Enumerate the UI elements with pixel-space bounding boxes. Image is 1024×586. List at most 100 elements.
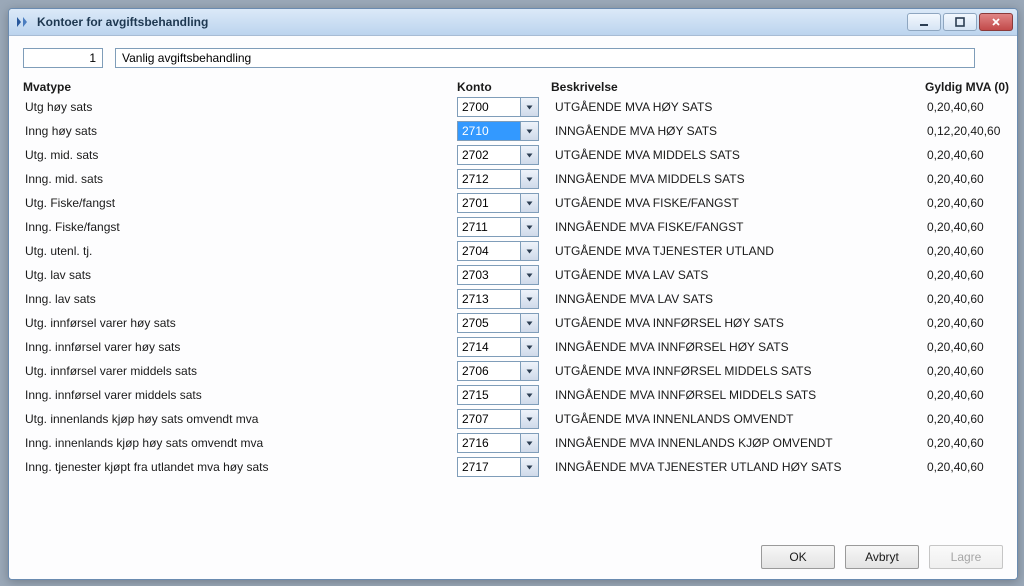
- gyldig-mva-cell: 0,20,40,60: [925, 340, 1015, 354]
- cancel-button[interactable]: Avbryt: [845, 545, 919, 569]
- save-button[interactable]: Lagre: [929, 545, 1003, 569]
- gyldig-mva-cell: 0,20,40,60: [925, 388, 1015, 402]
- table-row: Utg. utenl. tj. UTGÅENDE MVA TJENESTER UT…: [23, 240, 1003, 262]
- konto-input[interactable]: [458, 146, 520, 164]
- column-header-valid: Gyldig MVA (0): [925, 80, 1015, 94]
- close-button[interactable]: [979, 13, 1013, 31]
- app-window: Kontoer for avgiftsbehandling Mvatype: [8, 8, 1018, 580]
- konto-combo[interactable]: [457, 145, 539, 165]
- chevron-down-icon[interactable]: [520, 362, 538, 380]
- beskrivelse-cell: UTGÅENDE MVA LAV SATS: [551, 268, 921, 282]
- beskrivelse-cell: UTGÅENDE MVA HØY SATS: [551, 100, 921, 114]
- konto-combo[interactable]: [457, 169, 539, 189]
- chevron-down-icon[interactable]: [520, 314, 538, 332]
- beskrivelse-cell: UTGÅENDE MVA MIDDELS SATS: [551, 148, 921, 162]
- konto-combo[interactable]: [457, 457, 539, 477]
- mvatype-cell: Utg. innførsel varer høy sats: [23, 316, 453, 330]
- beskrivelse-cell: INNGÅENDE MVA INNFØRSEL MIDDELS SATS: [551, 388, 921, 402]
- konto-input[interactable]: [458, 98, 520, 116]
- konto-input[interactable]: [458, 338, 520, 356]
- chevron-down-icon[interactable]: [520, 170, 538, 188]
- konto-combo[interactable]: [457, 217, 539, 237]
- beskrivelse-cell: INNGÅENDE MVA INNFØRSEL HØY SATS: [551, 340, 921, 354]
- table-row: Inng høy satsINNGÅENDE MVA HØY SATS0,12,…: [23, 120, 1003, 142]
- chevron-down-icon[interactable]: [520, 434, 538, 452]
- mvatype-cell: Inng. innenlands kjøp høy sats omvendt m…: [23, 436, 453, 450]
- konto-combo[interactable]: [457, 121, 539, 141]
- konto-combo[interactable]: [457, 433, 539, 453]
- titlebar[interactable]: Kontoer for avgiftsbehandling: [9, 9, 1017, 36]
- table-row: Inng. innførsel varer middels satsINNGÅE…: [23, 384, 1003, 406]
- table-row: Inng. tjenester kjøpt fra utlandet mva h…: [23, 456, 1003, 478]
- mvatype-cell: Utg. utenl. tj.: [23, 244, 453, 258]
- mvatype-cell: Utg. lav sats: [23, 268, 453, 282]
- konto-input[interactable]: [458, 242, 520, 260]
- chevron-down-icon[interactable]: [520, 386, 538, 404]
- konto-input[interactable]: [458, 410, 520, 428]
- column-header-konto: Konto: [457, 80, 547, 94]
- grid-header: Mvatype Konto Beskrivelse Gyldig MVA (0): [23, 76, 1003, 96]
- gyldig-mva-cell: 0,20,40,60: [925, 460, 1015, 474]
- konto-input[interactable]: [458, 362, 520, 380]
- chevron-down-icon[interactable]: [520, 290, 538, 308]
- konto-combo[interactable]: [457, 289, 539, 309]
- name-input[interactable]: [115, 48, 975, 68]
- table-row: Utg. innførsel varer høy sats UTGÅENDE MV…: [23, 312, 1003, 334]
- konto-combo[interactable]: [457, 193, 539, 213]
- code-input[interactable]: [23, 48, 103, 68]
- window-controls: [907, 13, 1013, 31]
- konto-combo[interactable]: [457, 241, 539, 261]
- table-row: Utg. innenlands kjøp høy sats omvendt mv…: [23, 408, 1003, 430]
- konto-input[interactable]: [458, 458, 520, 476]
- konto-combo[interactable]: [457, 265, 539, 285]
- konto-combo[interactable]: [457, 361, 539, 381]
- beskrivelse-cell: UTGÅENDE MVA INNFØRSEL HØY SATS: [551, 316, 921, 330]
- gyldig-mva-cell: 0,20,40,60: [925, 148, 1015, 162]
- chevron-down-icon[interactable]: [520, 458, 538, 476]
- gyldig-mva-cell: 0,20,40,60: [925, 196, 1015, 210]
- client-area: Mvatype Konto Beskrivelse Gyldig MVA (0)…: [9, 36, 1017, 579]
- mvatype-cell: Inng høy sats: [23, 124, 453, 138]
- chevron-down-icon[interactable]: [520, 146, 538, 164]
- column-header-type: Mvatype: [23, 80, 453, 94]
- chevron-down-icon[interactable]: [520, 266, 538, 284]
- table-row: Inng. innenlands kjøp høy sats omvendt m…: [23, 432, 1003, 454]
- chevron-down-icon[interactable]: [520, 194, 538, 212]
- ok-button[interactable]: OK: [761, 545, 835, 569]
- konto-combo[interactable]: [457, 337, 539, 357]
- konto-combo[interactable]: [457, 313, 539, 333]
- konto-input[interactable]: [458, 434, 520, 452]
- mvatype-cell: Utg høy sats: [23, 100, 453, 114]
- konto-input[interactable]: [458, 218, 520, 236]
- konto-input[interactable]: [458, 170, 520, 188]
- chevron-down-icon[interactable]: [520, 242, 538, 260]
- konto-input[interactable]: [458, 314, 520, 332]
- beskrivelse-cell: INNGÅENDE MVA LAV SATS: [551, 292, 921, 306]
- gyldig-mva-cell: 0,20,40,60: [925, 412, 1015, 426]
- beskrivelse-cell: UTGÅENDE MVA TJENESTER UTLAND: [551, 244, 921, 258]
- gyldig-mva-cell: 0,20,40,60: [925, 436, 1015, 450]
- beskrivelse-cell: UTGÅENDE MVA INNENLANDS OMVENDT: [551, 412, 921, 426]
- konto-combo[interactable]: [457, 385, 539, 405]
- konto-input[interactable]: [458, 386, 520, 404]
- chevron-down-icon[interactable]: [520, 338, 538, 356]
- minimize-button[interactable]: [907, 13, 941, 31]
- gyldig-mva-cell: 0,20,40,60: [925, 244, 1015, 258]
- table-row: Utg. Fiske/fangstUTGÅENDE MVA FISKE/FANG…: [23, 192, 1003, 214]
- chevron-down-icon[interactable]: [520, 410, 538, 428]
- konto-input[interactable]: [458, 290, 520, 308]
- chevron-down-icon[interactable]: [520, 218, 538, 236]
- konto-input[interactable]: [458, 122, 520, 140]
- maximize-button[interactable]: [943, 13, 977, 31]
- table-row: Inng. mid. satsINNGÅENDE MVA MIDDELS SAT…: [23, 168, 1003, 190]
- gyldig-mva-cell: 0,20,40,60: [925, 292, 1015, 306]
- konto-input[interactable]: [458, 266, 520, 284]
- gyldig-mva-cell: 0,20,40,60: [925, 268, 1015, 282]
- chevron-down-icon[interactable]: [520, 122, 538, 140]
- konto-input[interactable]: [458, 194, 520, 212]
- beskrivelse-cell: UTGÅENDE MVA INNFØRSEL MIDDELS SATS: [551, 364, 921, 378]
- mvatype-cell: Inng. Fiske/fangst: [23, 220, 453, 234]
- konto-combo[interactable]: [457, 97, 539, 117]
- konto-combo[interactable]: [457, 409, 539, 429]
- chevron-down-icon[interactable]: [520, 98, 538, 116]
